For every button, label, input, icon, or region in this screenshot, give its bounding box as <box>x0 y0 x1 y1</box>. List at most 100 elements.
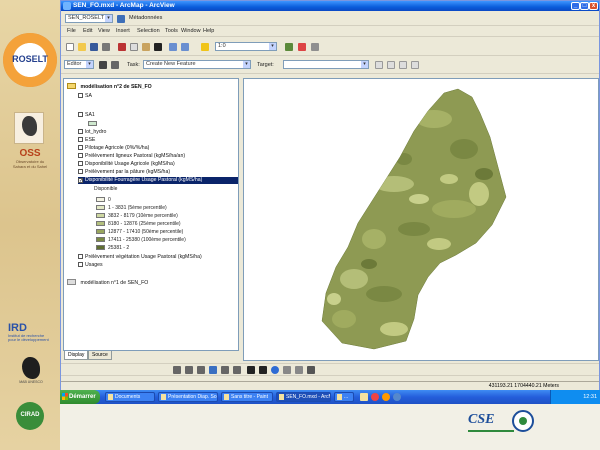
redo-icon[interactable] <box>181 43 189 51</box>
forward-extent-icon[interactable] <box>233 366 241 374</box>
layer-checkbox[interactable] <box>78 262 83 267</box>
editor-toolbar-icon[interactable] <box>285 43 293 51</box>
back-extent-icon[interactable] <box>221 366 229 374</box>
menu-selection[interactable]: Selection <box>137 28 160 34</box>
full-extent-icon[interactable] <box>209 366 217 374</box>
globe-icon[interactable] <box>117 15 125 23</box>
draw-toolbar <box>61 363 599 376</box>
select-elements-icon[interactable] <box>259 366 267 374</box>
chevron-down-icon: ▾ <box>243 61 250 68</box>
copy-icon[interactable] <box>130 43 138 51</box>
task-dropdown[interactable]: Create New Feature ▾ <box>143 60 251 69</box>
toc-layer[interactable]: Pilotage Agricole (0%/%/ha) <box>78 145 149 152</box>
minimize-button[interactable]: _ <box>571 2 580 10</box>
taskbar-item-active[interactable]: SEN_FO.mxd - ArcMap <box>276 392 331 402</box>
map-canvas[interactable] <box>244 79 598 360</box>
data-frame-header[interactable]: modélisation n°2 de SEN_FO <box>67 83 152 90</box>
layer-checkbox-checked[interactable] <box>78 178 83 183</box>
menu-edit[interactable]: Edit <box>83 28 92 34</box>
measure-icon[interactable] <box>295 366 303 374</box>
hyperlink-icon[interactable] <box>307 366 315 374</box>
toc-layer[interactable]: SA1 <box>78 112 95 119</box>
legend-item-label: 0 <box>108 197 111 203</box>
toc-legend-swatch-row <box>88 121 100 128</box>
rotate-tool-icon[interactable] <box>387 61 395 69</box>
title-bar[interactable]: SEN_FO.mxd - ArcMap - ArcView _ □ x <box>61 1 599 11</box>
maximize-button[interactable]: □ <box>580 2 589 10</box>
layer-checkbox[interactable] <box>78 169 83 174</box>
toc-layer[interactable]: ESE <box>78 137 95 144</box>
toc-layer[interactable]: Prélèvement végétation Usage Pastoral (k… <box>78 254 202 261</box>
taskbar: Démarrer Documents Présentation Diap. So… <box>60 390 600 404</box>
map-view[interactable] <box>243 78 599 361</box>
edit-tool-icon[interactable] <box>99 61 107 69</box>
cut-icon[interactable] <box>118 43 126 51</box>
taskbar-item[interactable]: Présentation Diap. So... <box>158 392 218 402</box>
quick-launch-icon[interactable] <box>393 393 401 401</box>
legend-item-label: 17411 - 25380 (100ème percentile) <box>108 237 186 243</box>
arctoolbox-icon[interactable] <box>298 43 306 51</box>
pan-icon[interactable] <box>197 366 205 374</box>
open-folder-icon[interactable] <box>78 43 86 51</box>
toc-layer[interactable]: Usages <box>78 262 103 269</box>
roselt-dropdown[interactable]: SEN_ROSELT ▾ <box>65 14 113 23</box>
toc-layer[interactable]: Prélèvement ligneux Pastoral (kgMS/ha/an… <box>78 153 185 160</box>
editor-dropdown[interactable]: Editor ▾ <box>64 60 94 69</box>
map-scale-dropdown[interactable]: 1:0 ▾ <box>215 42 277 51</box>
find-icon[interactable] <box>283 366 291 374</box>
layer-checkbox[interactable] <box>78 161 83 166</box>
undo-icon[interactable] <box>169 43 177 51</box>
split-tool-icon[interactable] <box>375 61 383 69</box>
metadata-button[interactable]: Métadonnées <box>129 15 162 21</box>
zoom-in-icon[interactable] <box>173 366 181 374</box>
legend-item: 8180 - 12876 (25ème percentile) <box>96 221 181 228</box>
window-title: SEN_FO.mxd - ArcMap - ArcView <box>73 2 175 9</box>
paste-icon[interactable] <box>142 43 150 51</box>
taskbar-item[interactable]: Documents <box>105 392 155 402</box>
menu-file[interactable]: File <box>67 28 76 34</box>
new-document-icon[interactable] <box>66 43 74 51</box>
zoom-out-icon[interactable] <box>185 366 193 374</box>
toc-layer[interactable]: SA <box>78 93 92 100</box>
toc-layer[interactable]: Disponibilité Usage Agricole (kgMS/ha) <box>78 161 175 168</box>
target-dropdown[interactable]: ▾ <box>283 60 369 69</box>
layer-label: SA1 <box>85 112 95 118</box>
sketch-tool-icon[interactable] <box>111 61 119 69</box>
tab-source[interactable]: Source <box>88 351 112 360</box>
start-button[interactable]: Démarrer <box>60 390 100 404</box>
layer-checkbox[interactable] <box>78 93 83 98</box>
delete-icon[interactable] <box>154 43 162 51</box>
quick-launch-icon[interactable] <box>360 393 368 401</box>
layer-checkbox[interactable] <box>78 254 83 259</box>
save-icon[interactable] <box>90 43 98 51</box>
sketch-properties-icon[interactable] <box>411 61 419 69</box>
add-data-icon[interactable] <box>201 43 209 51</box>
menu-insert[interactable]: Insert <box>116 28 130 34</box>
menu-view[interactable]: View <box>98 28 110 34</box>
taskbar-item[interactable]: Sans titre - Paint <box>221 392 273 402</box>
taskbar-item[interactable]: ... <box>334 392 354 402</box>
whats-this-icon[interactable] <box>311 43 319 51</box>
layer-checkbox[interactable] <box>78 145 83 150</box>
toc-layer-selected[interactable]: Disponibilité Fourragère Usage Pastoral … <box>78 177 238 184</box>
layer-checkbox[interactable] <box>78 153 83 158</box>
tab-display[interactable]: Display <box>64 351 89 360</box>
system-tray: 12:31 <box>550 390 600 404</box>
menu-window[interactable]: Window <box>181 28 201 34</box>
quick-launch-icon[interactable] <box>371 393 379 401</box>
menu-tools[interactable]: Tools <box>165 28 178 34</box>
print-icon[interactable] <box>102 43 110 51</box>
layer-label: Prélèvement végétation Usage Pastoral (k… <box>85 254 202 260</box>
identify-icon[interactable] <box>271 366 279 374</box>
toc-layer[interactable]: Prélèvement par la pâture (kgMS/ha) <box>78 169 170 176</box>
attributes-icon[interactable] <box>399 61 407 69</box>
layer-checkbox[interactable] <box>78 137 83 142</box>
toc-layer[interactable]: lot_hydro <box>78 129 106 136</box>
menu-help[interactable]: Help <box>203 28 214 34</box>
close-button[interactable]: x <box>589 2 598 10</box>
layer-checkbox[interactable] <box>78 112 83 117</box>
quick-launch-icon[interactable] <box>382 393 390 401</box>
layer-checkbox[interactable] <box>78 129 83 134</box>
data-frame-header[interactable]: modélisation n°1 de SEN_FO <box>67 279 148 286</box>
select-features-icon[interactable] <box>247 366 255 374</box>
